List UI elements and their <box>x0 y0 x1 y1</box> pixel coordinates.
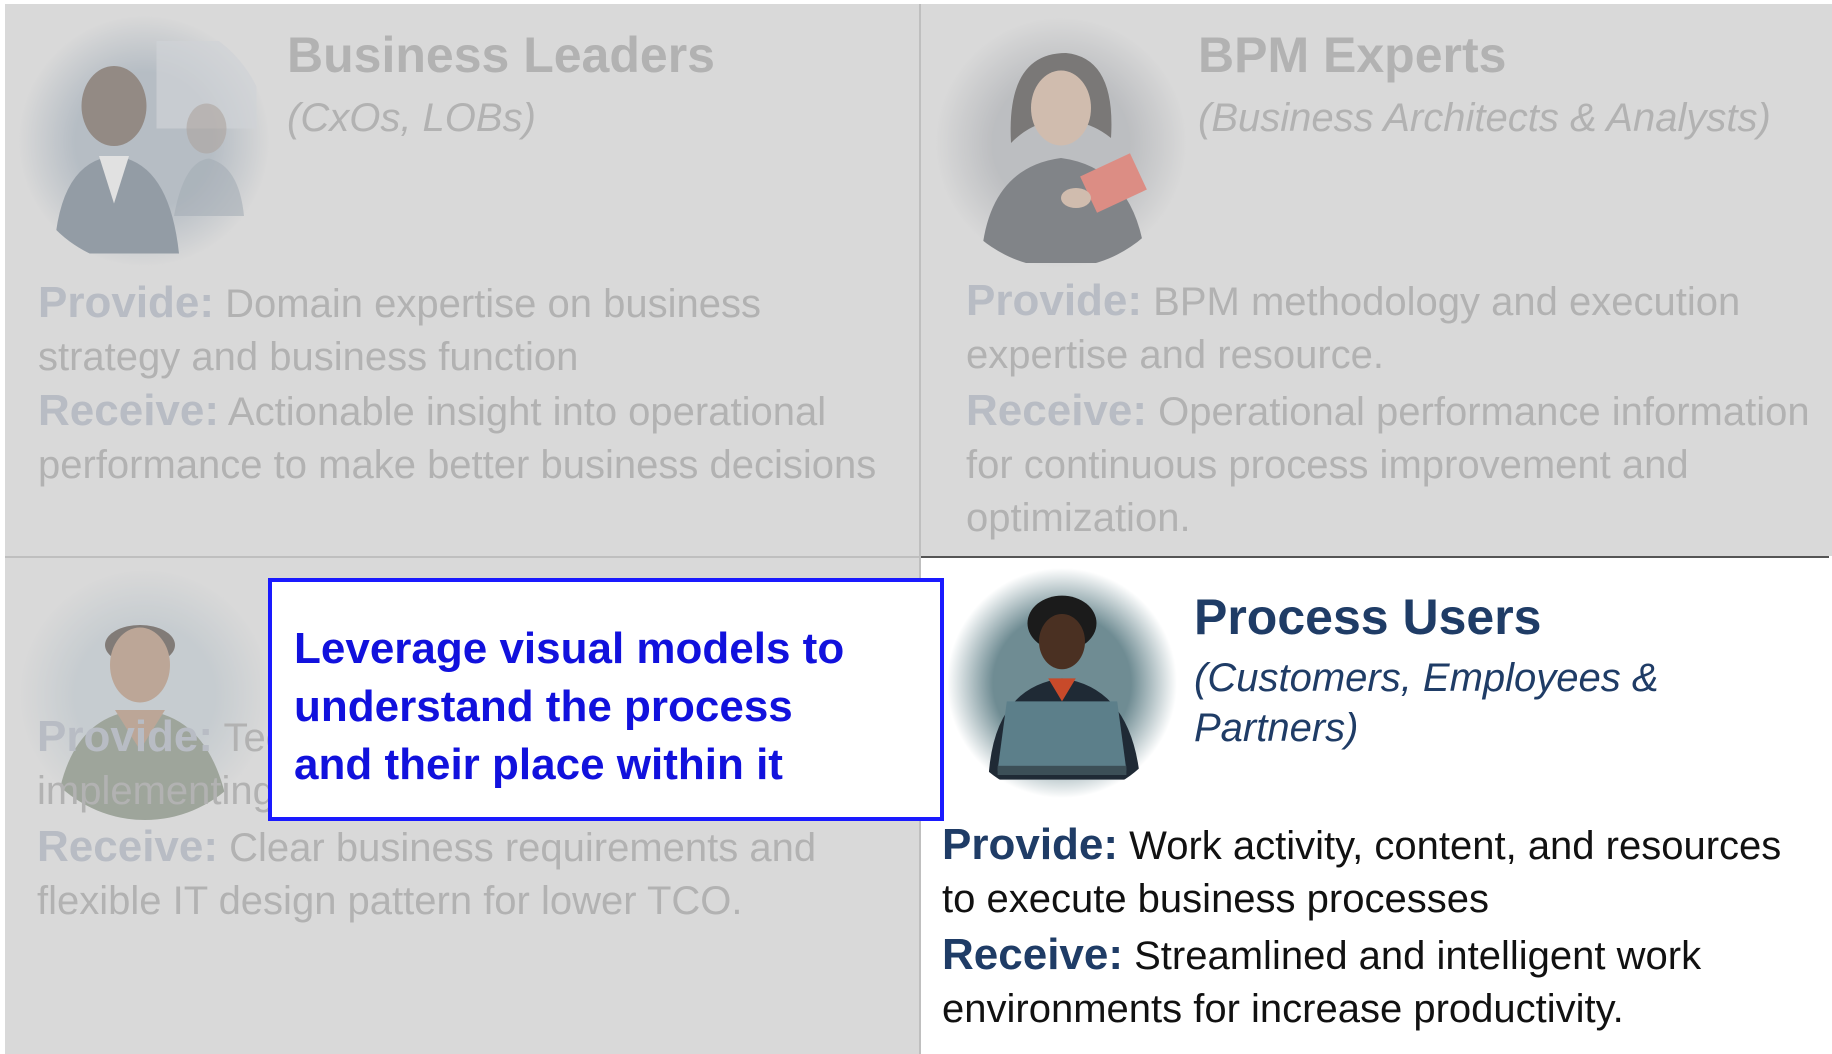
receive-label: Receive: <box>38 386 220 435</box>
business-leaders-subtitle: (CxOs, LOBs) <box>287 96 536 140</box>
it-developers-receive: Receive: Clear business requirements and… <box>37 820 897 928</box>
process-users-provide: Provide: Work activity, content, and res… <box>942 818 1812 926</box>
quadrant-process-users: Process Users (Customers, Employees & Pa… <box>921 558 1832 1054</box>
business-leaders-receive: Receive: Actionable insight into operati… <box>38 384 878 492</box>
quadrant-business-leaders: Business Leaders (CxOs, LOBs) Provide: D… <box>5 4 919 556</box>
callout-line-1: Leverage visual models to <box>294 624 845 673</box>
callout-box: Leverage visual models to understand the… <box>268 578 944 821</box>
callout-line-2: understand the process <box>294 682 793 731</box>
process-users-receive: Receive: Streamlined and intelligent wor… <box>942 928 1812 1036</box>
bpm-experts-provide: Provide: BPM methodology and execution e… <box>966 274 1816 382</box>
slide: Business Leaders (CxOs, LOBs) Provide: D… <box>0 0 1832 1054</box>
process-users-subtitle-line2: Partners) <box>1194 706 1359 750</box>
callout-line-3: and their place within it <box>294 740 783 789</box>
bpm-experts-title: BPM Experts <box>1198 27 1507 83</box>
horizontal-divider-right <box>921 556 1829 558</box>
process-user-portrait-icon <box>947 568 1177 798</box>
receive-label: Receive: <box>966 386 1148 435</box>
business-leader-portrait-icon <box>19 16 269 266</box>
quadrant-bpm-experts: BPM Experts (Business Architects & Analy… <box>921 4 1832 556</box>
provide-label: Provide: <box>942 820 1119 869</box>
provide-label: Provide: <box>966 276 1143 325</box>
process-users-title: Process Users <box>1194 589 1542 645</box>
business-leaders-title: Business Leaders <box>287 27 715 83</box>
business-leaders-provide: Provide: Domain expertise on business st… <box>38 276 878 384</box>
horizontal-divider-left <box>5 556 919 558</box>
provide-label: Provide: <box>38 278 215 327</box>
bpm-experts-subtitle: (Business Architects & Analysts) <box>1198 96 1771 140</box>
receive-label: Receive: <box>37 822 219 871</box>
bpm-experts-receive: Receive: Operational performance informa… <box>966 384 1816 545</box>
process-users-subtitle-line1: (Customers, Employees & <box>1194 656 1659 700</box>
vertical-divider <box>919 4 921 1054</box>
provide-label: Provide: <box>37 712 214 761</box>
bpm-expert-portrait-icon <box>936 18 1186 268</box>
receive-label: Receive: <box>942 930 1124 979</box>
